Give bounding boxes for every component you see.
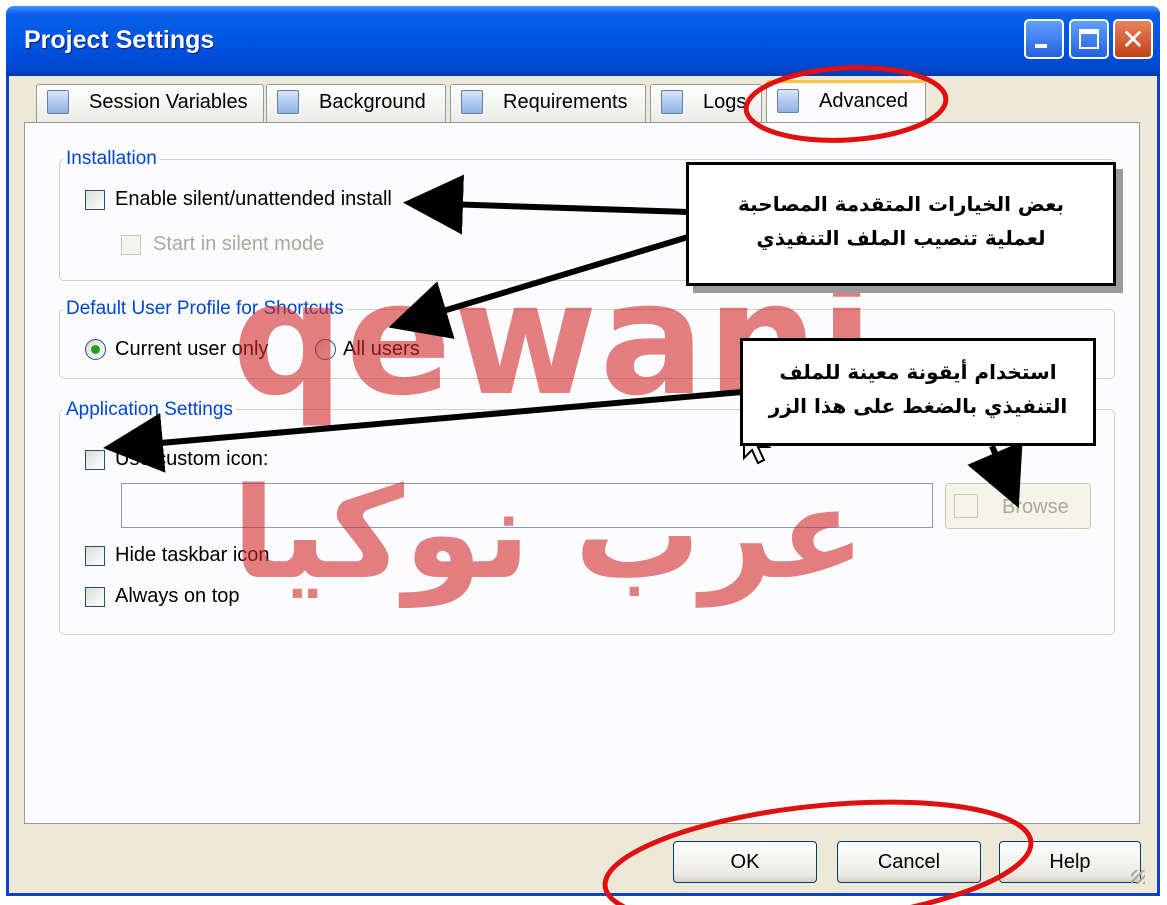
session-variables-icon [47,90,69,114]
profile-group-label: Default User Profile for Shortcuts [63,298,347,320]
annotation-custom-icon: استخدام أيقونة معينة للملف التنفيذي بالض… [740,338,1096,446]
current-user-label: Current user only [115,338,269,360]
annotation-line: لعملية تنصيب الملف التنفيذي [756,226,1046,250]
tab-advanced[interactable]: Advanced [766,80,926,124]
resize-grip-icon[interactable] [1131,870,1145,884]
ok-button[interactable]: OK [673,841,817,883]
tab-label: Background [319,91,426,113]
tab-label: Advanced [819,90,908,112]
requirements-icon [461,90,483,114]
always-on-top-label: Always on top [115,585,240,607]
silent-mode-checkbox[interactable] [121,235,141,255]
cancel-button[interactable]: Cancel [837,841,981,883]
application-settings-group-label: Application Settings [63,399,236,421]
background-icon [277,90,299,114]
all-users-label: All users [343,338,420,360]
tab-label: Requirements [503,91,628,113]
browse-button[interactable]: Browse [945,483,1091,529]
tab-label: Session Variables [89,91,248,113]
annotation-line: استخدام أيقونة معينة للملف [779,360,1057,384]
minimize-button[interactable] [1024,19,1064,59]
hide-taskbar-label: Hide taskbar icon [115,544,270,566]
radio-selected-dot [91,345,100,354]
window-title: Project Settings [24,26,215,54]
tab-logs[interactable]: Logs [650,84,762,122]
tab-requirements[interactable]: Requirements [450,84,646,122]
annotation-line: بعض الخيارات المتقدمة المصاحبة [738,192,1064,216]
custom-icon-checkbox[interactable] [85,450,105,470]
logs-icon [661,90,683,114]
advanced-icon [777,89,799,113]
title-bar[interactable]: Project Settings ✕ [6,6,1160,76]
custom-icon-label: Use custom icon: [115,448,269,470]
folder-open-icon [954,494,978,518]
silent-install-checkbox[interactable] [85,190,105,210]
tab-background[interactable]: Background [266,84,446,122]
browse-label: Browse [1002,496,1069,518]
close-button[interactable]: ✕ [1113,19,1153,59]
maximize-button[interactable] [1069,19,1109,59]
silent-install-label: Enable silent/unattended install [115,188,392,210]
annotation-line: التنفيذي بالضغط على هذا الزر [768,394,1068,418]
installation-group-label: Installation [63,148,160,170]
tab-label: Logs [703,91,747,113]
custom-icon-path-input[interactable] [121,483,933,528]
help-button[interactable]: Help [999,841,1141,883]
all-users-radio[interactable] [315,339,336,360]
always-on-top-checkbox[interactable] [85,587,105,607]
hide-taskbar-checkbox[interactable] [85,546,105,566]
current-user-radio[interactable] [85,339,106,360]
close-icon: ✕ [1121,22,1145,56]
annotation-installation-options: بعض الخيارات المتقدمة المصاحبة لعملية تن… [686,162,1116,286]
tab-session-variables[interactable]: Session Variables [36,84,264,122]
maximize-icon [1079,29,1099,49]
minimize-icon [1035,44,1047,48]
silent-mode-label: Start in silent mode [153,233,325,255]
